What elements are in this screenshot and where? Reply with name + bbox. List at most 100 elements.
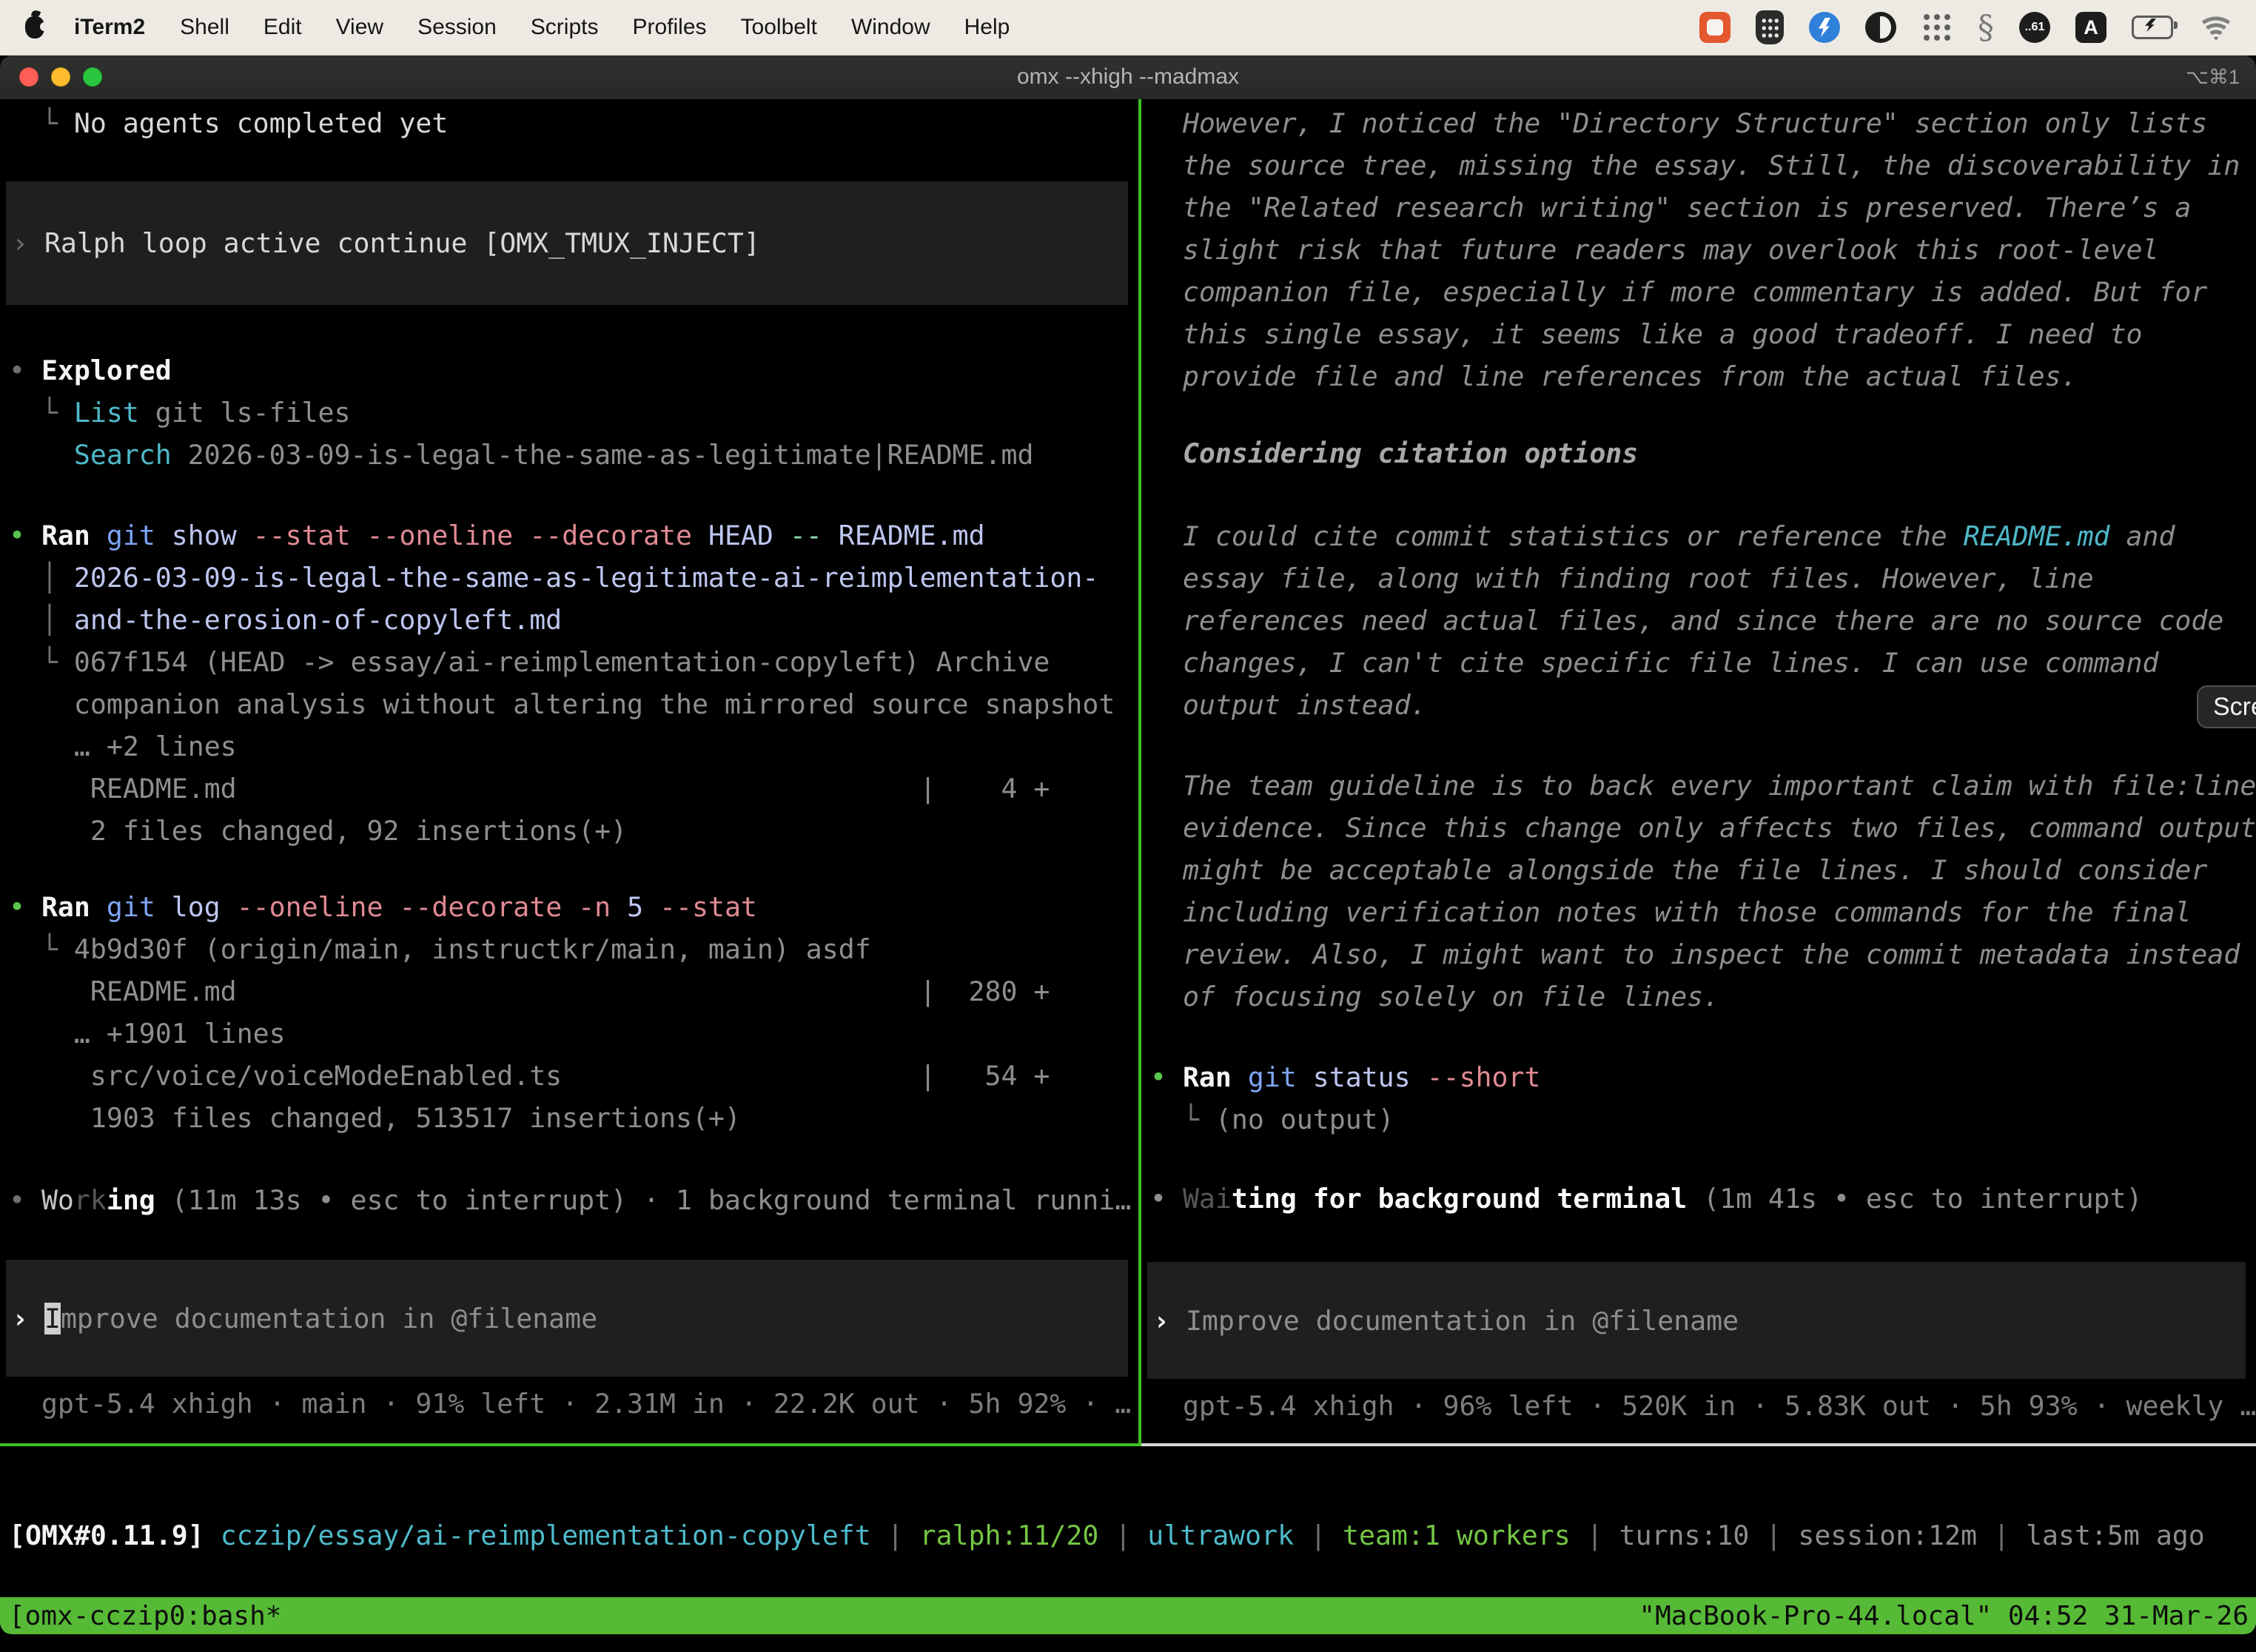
menu-app-name[interactable]: iTerm2	[56, 15, 163, 40]
spacer	[9, 305, 1138, 349]
text-segment: Wai	[1183, 1183, 1232, 1215]
text-segment: List	[74, 397, 139, 429]
keypad-shield-icon[interactable]	[1756, 10, 1784, 44]
text-segment: 2 files changed, 92 insertions(+)	[9, 815, 627, 847]
spacer	[1150, 397, 2256, 432]
menu-item-view[interactable]: View	[319, 15, 400, 40]
text-segment: [OMX#0.11.9]	[9, 1520, 204, 1551]
explored-header-line: • Explored	[9, 349, 1138, 392]
reasoning-text-line: the source tree, missing the essay. Stil…	[1150, 144, 2256, 187]
text-segment: --	[790, 520, 822, 551]
text-segment: slight risk that future readers may over…	[1150, 234, 2158, 266]
record-indicator-icon[interactable]	[1699, 12, 1730, 43]
text-segment: (1m 41s • esc to interrupt)	[1687, 1183, 2142, 1215]
text-segment: src/voice/voiceModeEnabled.ts | 54 +	[9, 1060, 1050, 1092]
ran-git-status-line: • Ran git status --short	[1150, 1056, 2256, 1098]
text-segment: I	[44, 1303, 61, 1334]
working-status-line: • Working (11m 13s • esc to interrupt) ·…	[9, 1179, 1138, 1221]
spacer	[1150, 726, 2256, 765]
menu-item-window[interactable]: Window	[834, 15, 947, 40]
text-segment: session:12m	[1798, 1520, 1977, 1551]
git-status-output-line: └ (no output)	[1150, 1098, 2256, 1141]
pane-right-lines: However, I noticed the "Directory Struct…	[1150, 102, 2256, 1427]
tmux-host-clock: "MacBook-Pro-44.local" 04:52 31-Mar-26	[1639, 1601, 2256, 1631]
text-segment: companion analysis without altering the …	[9, 688, 1115, 720]
text-segment: team:1 workers	[1343, 1520, 1571, 1551]
text-segment: 1903 files changed, 513517 insertions(+)	[9, 1102, 741, 1134]
badge-61-icon[interactable]: ..61	[2019, 12, 2050, 43]
window-title: omx --xhigh --madmax	[0, 55, 2256, 99]
text-segment: └	[9, 933, 74, 965]
reasoning-text-line: output instead.	[1150, 684, 2256, 726]
spacer	[1150, 1018, 2256, 1056]
tmux-window-label: [omx-cczip0:bash*	[0, 1601, 281, 1631]
text-segment: ing	[107, 1184, 155, 1216]
text-segment: |	[1977, 1520, 2026, 1551]
terminal-pane-left[interactable]: └ No agents completed yet› Ralph loop ac…	[0, 99, 1138, 1443]
squiggle-icon[interactable]: §	[1978, 9, 1994, 47]
reasoning-text-line: might be acceptable alongside the file l…	[1150, 849, 2256, 891]
git-show-output-line: └ 067f154 (HEAD -> essay/ai-reimplementa…	[9, 641, 1138, 683]
git-log-output-line: 1903 files changed, 513517 insertions(+)	[9, 1097, 1138, 1139]
menu-item-toolbelt[interactable]: Toolbelt	[724, 15, 834, 40]
lightning-badge-icon[interactable]	[1809, 12, 1840, 43]
ran-git-log-line: • Ran git log --oneline --decorate -n 5 …	[9, 886, 1138, 928]
spacer	[1150, 474, 2256, 515]
apple-menu-icon[interactable]	[25, 16, 44, 38]
menu-item-scripts[interactable]: Scripts	[514, 15, 616, 40]
reasoning-text-line: companion file, especially if more comme…	[1150, 271, 2256, 313]
prompt-input-left[interactable]: › Improve documentation in @filename	[6, 1260, 1128, 1377]
moon-circle-icon[interactable]	[1865, 12, 1896, 43]
text-segment: 2026-03-09-is-legal-the-same-as-legitima…	[172, 439, 1034, 471]
reasoning-text-line: essay file, along with finding root file…	[1150, 557, 2256, 600]
reasoning-text-line: slight risk that future readers may over…	[1150, 229, 2256, 271]
text-segment: README.md | 280 +	[9, 976, 1050, 1007]
text-segment: |	[1294, 1520, 1343, 1551]
dots-grid-icon[interactable]	[1921, 12, 1953, 43]
text-segment: including verification notes with those …	[1150, 896, 2191, 928]
menu-item-session[interactable]: Session	[400, 15, 514, 40]
omx-status-bar: [OMX#0.11.9] cczip/essay/ai-reimplementa…	[9, 1514, 2205, 1557]
text-segment: ›	[12, 227, 44, 259]
text-segment: Ran	[41, 520, 90, 551]
text-segment: HEAD	[692, 520, 790, 551]
text-segment: changes, I can't cite specific file line…	[1150, 647, 2158, 679]
text-segment: •	[9, 355, 41, 386]
text-segment: git ls-files	[139, 397, 351, 429]
wifi-icon[interactable]	[2198, 14, 2234, 41]
text-segment: I could cite commit statistics or refere…	[1150, 520, 1964, 552]
waiting-status-line: • Waiting for background terminal (1m 41…	[1150, 1178, 2256, 1220]
ralph-loop-banner[interactable]: › Ralph loop active continue [OMX_TMUX_I…	[6, 181, 1128, 305]
text-segment: Search	[74, 439, 172, 471]
text-segment: the "Related research writing" section i…	[1150, 192, 2191, 224]
text-segment: Wo	[41, 1184, 74, 1216]
text-segment: log	[155, 891, 237, 923]
text-segment	[1232, 1061, 1248, 1093]
model-status-line-right: gpt-5.4 xhigh · 96% left · 520K in · 5.8…	[1150, 1385, 2256, 1427]
prompt-input-right[interactable]: › Improve documentation in @filename	[1147, 1262, 2246, 1379]
spacer	[9, 1377, 1138, 1383]
text-segment: … +1901 lines	[9, 1018, 286, 1050]
text-segment: git	[1248, 1061, 1297, 1093]
git-show-output-line: README.md | 4 +	[9, 768, 1138, 810]
menu-item-shell[interactable]: Shell	[163, 15, 246, 40]
text-segment: 5	[611, 891, 659, 923]
text-segment	[90, 891, 107, 923]
text-segment: ›	[1153, 1305, 1186, 1337]
text-segment: Explored	[41, 355, 172, 386]
menu-item-help[interactable]: Help	[947, 15, 1027, 40]
battery-icon[interactable]	[2132, 16, 2173, 39]
text-segment: │	[9, 562, 74, 594]
terminal-pane-right[interactable]: However, I noticed the "Directory Struct…	[1141, 99, 2256, 1443]
text-segment	[90, 520, 107, 551]
text-segment: │	[9, 604, 74, 636]
text-segment: show	[155, 520, 253, 551]
text-segment: … +2 lines	[9, 731, 237, 762]
text-segment: --oneline --decorate -n	[237, 891, 611, 923]
menu-item-profiles[interactable]: Profiles	[615, 15, 723, 40]
terminal-content: └ No agents completed yet› Ralph loop ac…	[0, 99, 2256, 1652]
letter-a-icon[interactable]: A	[2075, 12, 2106, 43]
text-segment: |	[1571, 1520, 1619, 1551]
reasoning-text-line: I could cite commit statistics or refere…	[1150, 515, 2256, 557]
menu-item-edit[interactable]: Edit	[246, 15, 319, 40]
